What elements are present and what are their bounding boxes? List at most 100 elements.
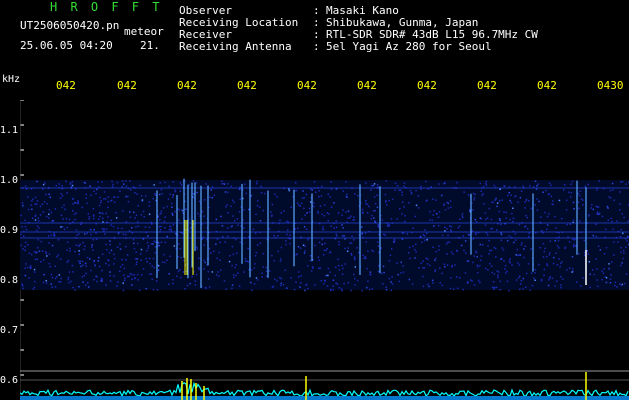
noise-speck <box>87 286 90 288</box>
noise-speck <box>92 215 95 217</box>
noise-speck <box>496 229 498 231</box>
noise-speck <box>70 280 72 283</box>
noise-speck <box>235 274 237 277</box>
noise-speck <box>498 218 501 220</box>
noise-speck <box>36 200 39 202</box>
noise-speck <box>134 258 137 260</box>
noise-speck <box>492 281 495 283</box>
noise-speck <box>303 197 305 199</box>
noise-speck <box>353 216 355 218</box>
noise-speck <box>483 203 485 205</box>
noise-speck <box>69 183 72 185</box>
noise-speck <box>311 270 313 272</box>
noise-speck <box>271 215 273 217</box>
noise-speck <box>303 226 306 228</box>
noise-speck <box>84 182 86 184</box>
noise-speck <box>107 206 109 209</box>
noise-speck <box>493 288 495 290</box>
noise-speck <box>36 203 38 205</box>
noise-speck <box>601 215 604 218</box>
noise-speck <box>91 244 93 246</box>
noise-speck <box>71 181 74 183</box>
noise-speck <box>534 180 537 182</box>
noise-speck <box>45 215 48 218</box>
noise-speck <box>479 217 482 219</box>
noise-speck <box>548 254 551 256</box>
noise-speck <box>117 281 119 283</box>
noise-speck <box>597 285 599 288</box>
noise-speck <box>534 204 536 206</box>
noise-speck <box>556 264 559 266</box>
noise-speck <box>163 220 166 223</box>
noise-speck <box>588 261 591 263</box>
noise-speck <box>32 198 34 200</box>
noise-speck <box>101 280 103 282</box>
noise-speck <box>109 271 111 273</box>
noise-speck <box>98 204 101 207</box>
noise-speck <box>72 198 74 200</box>
noise-speck <box>42 250 44 252</box>
noise-speck <box>508 192 510 194</box>
noise-speck <box>45 252 48 255</box>
noise-speck <box>547 284 550 287</box>
noise-speck <box>527 235 530 238</box>
noise-speck <box>476 256 478 258</box>
noise-speck <box>613 199 615 201</box>
noise-speck <box>34 280 36 283</box>
noise-speck <box>133 242 135 245</box>
noise-speck <box>33 268 36 271</box>
noise-speck <box>485 218 487 221</box>
noise-band <box>20 180 629 292</box>
noise-speck <box>588 214 590 216</box>
noise-speck <box>621 181 624 183</box>
noise-speck <box>587 183 589 186</box>
noise-speck <box>463 191 465 193</box>
noise-speck <box>231 287 233 289</box>
noise-speck <box>546 264 549 267</box>
noise-speck <box>519 196 522 199</box>
noise-speck <box>570 183 572 185</box>
noise-speck <box>280 246 283 249</box>
noise-speck <box>239 241 242 244</box>
noise-speck <box>289 234 291 236</box>
noise-speck <box>462 235 465 237</box>
noise-speck <box>174 190 177 193</box>
noise-speck <box>167 198 170 200</box>
noise-speck <box>335 220 337 222</box>
noise-speck <box>545 255 548 258</box>
noise-speck <box>510 194 512 196</box>
noise-speck <box>408 246 411 249</box>
noise-speck <box>560 275 562 278</box>
noise-speck <box>396 262 398 264</box>
noise-speck <box>472 192 475 195</box>
noise-speck <box>496 205 498 208</box>
noise-speck <box>371 288 373 290</box>
noise-speck <box>285 243 287 246</box>
noise-speck <box>105 262 107 265</box>
noise-speck <box>473 255 475 257</box>
noise-speck <box>96 276 98 278</box>
noise-speck <box>299 286 301 288</box>
noise-speck <box>385 289 388 291</box>
noise-speck <box>382 265 385 268</box>
noise-speck <box>235 238 237 241</box>
noise-speck <box>79 260 82 262</box>
power-trace-base <box>20 396 629 400</box>
noise-speck <box>458 225 461 227</box>
noise-speck <box>337 264 340 267</box>
noise-speck <box>540 216 542 218</box>
mode-label: meteor <box>124 25 164 38</box>
noise-speck <box>279 276 281 279</box>
noise-speck <box>510 201 513 204</box>
noise-speck <box>137 279 140 281</box>
frequency-tick: 0.9 <box>0 225 19 236</box>
noise-speck <box>299 247 302 249</box>
noise-speck <box>429 210 431 213</box>
noise-speck <box>351 254 353 256</box>
noise-speck <box>172 224 175 226</box>
noise-speck <box>398 189 400 192</box>
noise-speck <box>409 189 412 192</box>
noise-speck <box>198 257 200 259</box>
noise-speck <box>365 182 367 184</box>
noise-speck <box>384 193 387 196</box>
